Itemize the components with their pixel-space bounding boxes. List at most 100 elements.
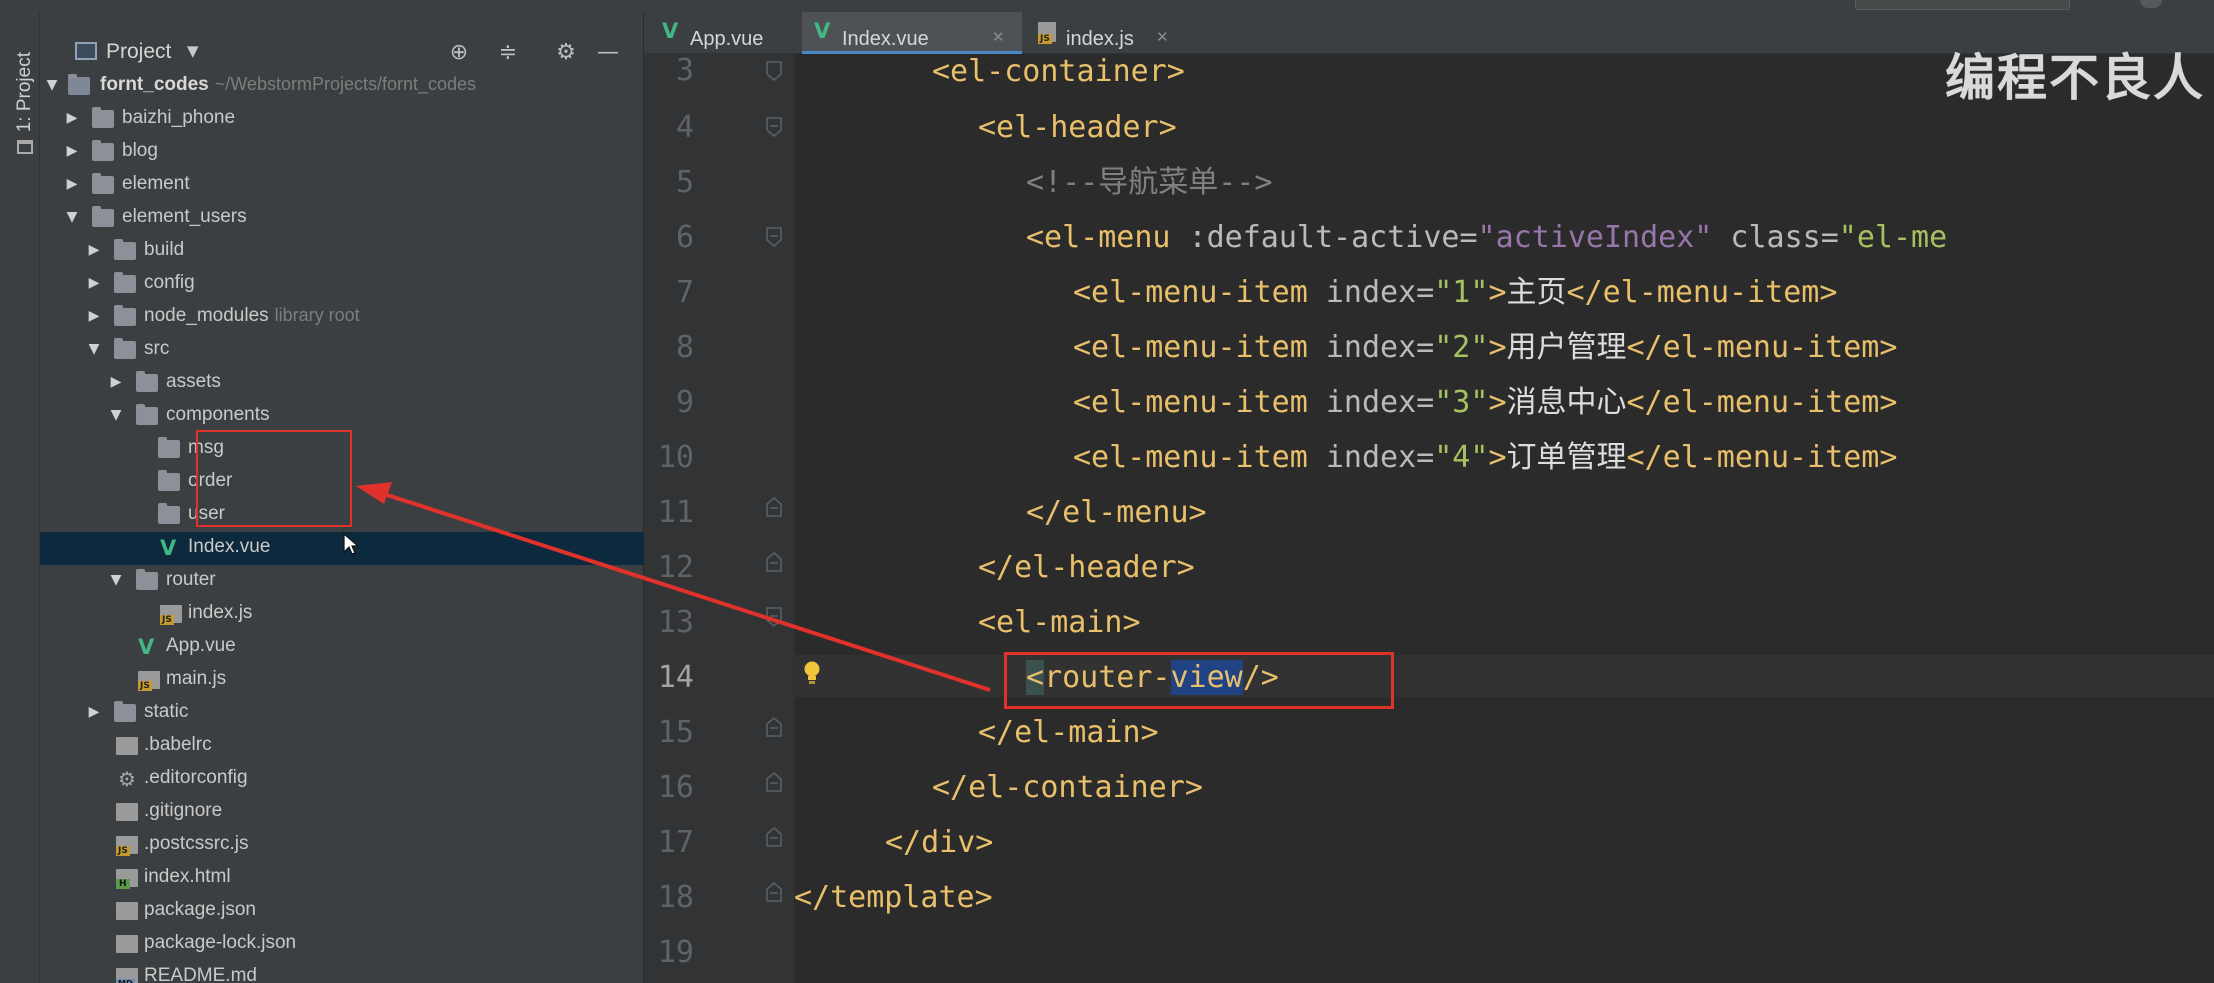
code-token: <el-menu xyxy=(1026,220,1171,255)
chevron-right-icon[interactable]: ▶ xyxy=(64,176,80,192)
fold-marker[interactable] xyxy=(765,60,783,82)
fold-marker[interactable] xyxy=(765,226,783,248)
tree-item-router[interactable]: ▼ router xyxy=(40,565,644,598)
tool-window-strip: 1: Project xyxy=(0,12,40,983)
tree-item-node-modules[interactable]: ▶ node_modules library root xyxy=(40,301,644,334)
tree-item-readme-md[interactable]: README.md xyxy=(40,961,644,983)
code-binding: "activeIndex" xyxy=(1477,220,1713,255)
code-string: "3" xyxy=(1434,385,1489,420)
chevron-down-icon[interactable]: ▼ xyxy=(108,407,124,423)
tab-index-vue[interactable]: V Index.vue ✕ xyxy=(802,12,1022,54)
tree-item-postcssrc-js[interactable]: .postcssrc.js xyxy=(40,829,644,862)
markdown-file-icon xyxy=(116,968,138,983)
code-line-12: </el-header> xyxy=(978,548,1195,588)
fold-marker[interactable] xyxy=(765,551,783,573)
code-token: </el-header> xyxy=(978,550,1195,585)
code-text: 主页 xyxy=(1506,275,1567,310)
line-number: 6 xyxy=(675,220,694,255)
gear-icon[interactable]: ⚙ xyxy=(551,38,581,68)
tree-item-element-users[interactable]: ▼ element_users xyxy=(40,202,644,235)
line-number: 15 xyxy=(657,715,694,750)
fold-marker[interactable] xyxy=(765,771,783,793)
tree-item-label: assets xyxy=(166,371,221,392)
chevron-right-icon[interactable]: ▶ xyxy=(86,275,102,291)
chevron-down-icon[interactable]: ▼ xyxy=(108,572,124,588)
code-text: 用户管理 xyxy=(1506,330,1627,365)
fold-marker[interactable] xyxy=(765,496,783,518)
tree-item-element[interactable]: ▶ element xyxy=(40,169,644,202)
tree-item-editorconfig[interactable]: ⚙ .editorconfig xyxy=(40,763,644,796)
chevron-right-icon[interactable]: ▶ xyxy=(108,374,124,390)
tree-item-blog[interactable]: ▶ blog xyxy=(40,136,644,169)
tab-label: Index.vue xyxy=(842,28,929,50)
close-icon[interactable]: ✕ xyxy=(1156,28,1169,46)
tree-item-router-index-js[interactable]: index.js xyxy=(40,598,644,631)
current-line-number: 14 xyxy=(657,660,694,695)
fold-marker[interactable] xyxy=(765,716,783,738)
chevron-right-icon[interactable]: ▶ xyxy=(64,143,80,159)
line-number: 5 xyxy=(675,165,694,200)
fold-marker[interactable] xyxy=(765,826,783,848)
intention-bulb-icon[interactable] xyxy=(803,660,821,686)
tree-item-config[interactable]: ▶ config xyxy=(40,268,644,301)
tree-item-gitignore[interactable]: .gitignore xyxy=(40,796,644,829)
vue-icon: V xyxy=(814,19,831,43)
code-token: </div> xyxy=(885,825,994,860)
tree-item-assets[interactable]: ▶ assets xyxy=(40,367,644,400)
tree-item-package-json[interactable]: package.json xyxy=(40,895,644,928)
js-file-icon xyxy=(160,605,182,625)
fold-marker[interactable] xyxy=(765,881,783,903)
code-token: </el-menu-item> xyxy=(1566,275,1838,310)
tree-item-baizhi-phone[interactable]: ▶ baizhi_phone xyxy=(40,103,644,136)
tree-item-app-vue[interactable]: V App.vue xyxy=(40,631,644,664)
close-icon[interactable]: ✕ xyxy=(992,28,1005,46)
tree-item-label: node_modules library root xyxy=(144,305,360,326)
fold-marker[interactable] xyxy=(765,606,783,628)
toolbar-button[interactable] xyxy=(2140,0,2162,8)
code-string: "el-me xyxy=(1838,220,1948,255)
hide-panel-icon[interactable]: — xyxy=(593,38,623,68)
tree-item-src[interactable]: ▼ src xyxy=(40,334,644,367)
chevron-right-icon[interactable]: ▶ xyxy=(86,308,102,324)
chevron-down-icon[interactable]: ▼ xyxy=(44,77,60,93)
js-file-icon xyxy=(116,836,138,856)
tree-item-babelrc[interactable]: .babelrc xyxy=(40,730,644,763)
code-line-13: <el-main> xyxy=(978,603,1141,643)
project-tool-tab[interactable]: 1: Project xyxy=(4,30,38,170)
tree-item-main-js[interactable]: main.js xyxy=(40,664,644,697)
project-view-selector[interactable]: Project xyxy=(106,40,171,64)
code-line-9: <el-menu-item index="3">消息中心</el-menu-it… xyxy=(1073,383,1897,423)
chevron-right-icon[interactable]: ▶ xyxy=(86,242,102,258)
code-token: </el-menu> xyxy=(1026,495,1207,530)
tree-item-components[interactable]: ▼ components xyxy=(40,400,644,433)
code-token: <el-container> xyxy=(932,54,1185,89)
chevron-down-icon[interactable]: ▼ xyxy=(187,42,199,60)
folder-icon xyxy=(92,173,114,194)
search-field[interactable] xyxy=(1855,0,2070,10)
tree-item-package-lock-json[interactable]: package-lock.json xyxy=(40,928,644,961)
library-root-hint: library root xyxy=(274,305,360,325)
chevron-right-icon[interactable]: ▶ xyxy=(64,110,80,126)
chevron-right-icon[interactable]: ▶ xyxy=(86,704,102,720)
code-editor[interactable] xyxy=(794,54,2214,983)
fold-marker[interactable] xyxy=(765,116,783,138)
tree-item-index-html[interactable]: index.html xyxy=(40,862,644,895)
code-token: > xyxy=(1488,330,1507,365)
code-line-11: </el-menu> xyxy=(1026,493,1207,533)
chevron-down-icon[interactable]: ▼ xyxy=(86,341,102,357)
collapse-all-icon[interactable]: ≑ xyxy=(493,38,523,68)
annotation-box-folders xyxy=(196,430,352,527)
tab-index-js[interactable]: index.js ✕ xyxy=(1026,12,1186,54)
code-token: <el-menu-item xyxy=(1073,275,1308,310)
code-attr: index= xyxy=(1307,385,1435,420)
chevron-down-icon[interactable]: ▼ xyxy=(64,209,80,225)
project-icon xyxy=(75,42,97,60)
code-token: > xyxy=(1488,385,1507,420)
tree-item-fornt-codes[interactable]: ▼ fornt_codes ~/WebstormProjects/fornt_co… xyxy=(40,70,644,103)
tree-item-static[interactable]: ▶ static xyxy=(40,697,644,730)
tab-app-vue[interactable]: V App.vue xyxy=(650,12,800,54)
code-token: </el-container> xyxy=(932,770,1203,805)
js-file-icon xyxy=(1038,22,1056,44)
locate-file-icon[interactable]: ⊕ xyxy=(444,38,474,68)
tree-item-build[interactable]: ▶ build xyxy=(40,235,644,268)
